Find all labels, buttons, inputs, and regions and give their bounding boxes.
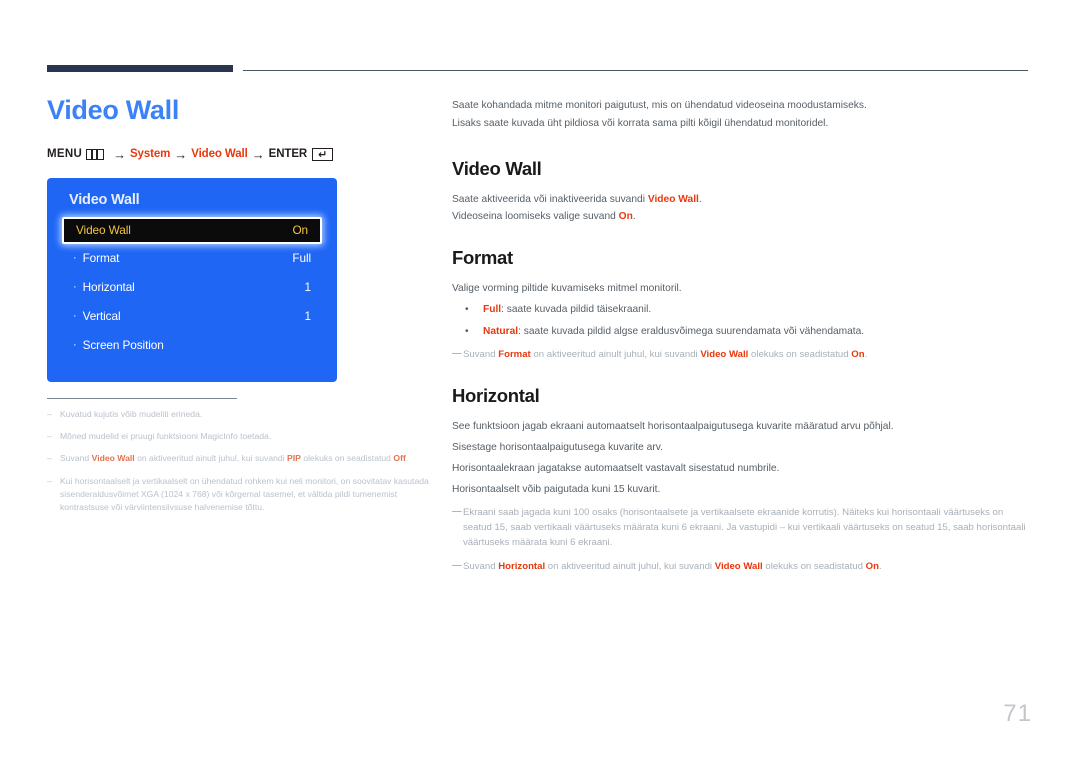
note-text: Ekraani saab jagada kuni 100 osaks (hori… <box>463 507 1026 549</box>
bullet-text: Natural: saate kuvada pildid algse erald… <box>483 325 865 337</box>
footnote-text: Kui horisontaalselt ja vertikaalselt on … <box>60 475 429 513</box>
section-paragraph: Saate aktiveerida või inaktiveerida suva… <box>452 193 702 205</box>
osd-row-video-wall[interactable]: Video Wall On <box>62 216 322 244</box>
osd-menu-title: Video Wall <box>69 191 140 208</box>
osd-row-value: 1 <box>304 309 312 324</box>
footnote-text: Mõned mudelid ei pruugi funktsiooni Magi… <box>60 431 272 441</box>
intro-paragraph: Saate kohandada mitme monitori paigutust… <box>452 100 867 111</box>
document-page: Video Wall MENU → System → Video Wall → … <box>0 0 1080 763</box>
breadcrumb-arrow-1: → <box>113 146 126 162</box>
note-dash: — <box>452 560 462 572</box>
osd-row-label: Screen Position <box>82 338 164 353</box>
breadcrumb-step-video-wall: Video Wall <box>191 148 248 161</box>
header-rule-line <box>243 70 1028 71</box>
bullet-text: Full: saate kuvada pildid täisekraanil. <box>483 303 652 315</box>
section-paragraph: Valige vorming piltide kuvamiseks mitmel… <box>452 283 682 295</box>
note-text: Suvand Format on aktiveeritud ainult juh… <box>463 349 868 361</box>
section-note: — Suvand Horizontal on aktiveeritud ainu… <box>452 560 1030 575</box>
breadcrumb-arrow-3: → <box>251 146 265 162</box>
section-paragraph: See funktsioon jagab ekraani automaatsel… <box>452 421 894 433</box>
footnote-divider <box>47 397 237 399</box>
bullet-dot-icon: · <box>73 280 77 293</box>
left-column: Video Wall MENU → System → Video Wall → … <box>47 95 429 524</box>
osd-row-label-wrap: · Format <box>73 251 119 265</box>
bullet-dot-icon: · <box>73 338 77 351</box>
bullet-item: • Full: saate kuvada pildid täisekraanil… <box>462 303 1030 318</box>
osd-row-label: Format <box>82 251 120 266</box>
osd-row-format[interactable]: · Format Full <box>61 244 323 273</box>
footnote-item: – Mõned mudelid ei pruugi funktsiooni Ma… <box>47 430 432 443</box>
bullet-dot-icon: · <box>73 309 77 322</box>
osd-row-label: Vertical <box>82 309 121 324</box>
note-text: Suvand Horizontal on aktiveeritud ainult… <box>463 561 882 573</box>
breadcrumb-step-system: System <box>129 148 171 161</box>
footnote-text: Kuvatud kujutis võib mudeliti erineda. <box>60 408 203 419</box>
footnote-text: Suvand Video Wall on aktiveeritud ainult… <box>60 453 409 464</box>
section-note: — Suvand Format on aktiveeritud ainult j… <box>452 348 1030 363</box>
osd-row-horizontal[interactable]: · Horizontal 1 <box>61 273 323 302</box>
footnote-item: – Suvand Video Wall on aktiveeritud ainu… <box>47 452 432 465</box>
breadcrumb: MENU → System → Video Wall → ENTER ↵ <box>47 146 427 162</box>
page-title: Video Wall <box>47 95 180 125</box>
osd-row-vertical[interactable]: · Vertical 1 <box>61 302 323 331</box>
footnote-item: – Kui horisontaalselt ja vertikaalselt o… <box>47 475 432 515</box>
footnote-dash: – <box>47 475 52 486</box>
enter-key-icon: ↵ <box>312 147 334 161</box>
osd-row-label-wrap: · Horizontal <box>73 280 135 294</box>
osd-row-label: Video Wall <box>76 223 131 238</box>
osd-row-label-wrap: · Screen Position <box>73 338 164 352</box>
right-column: Saate kohandada mitme monitori paigutust… <box>452 99 1030 575</box>
footnote-dash: – <box>47 453 52 464</box>
osd-menu-panel: Video Wall Video Wall On · Format Full · H… <box>47 177 337 382</box>
breadcrumb-arrow-2: → <box>174 146 188 162</box>
bullet-item: • Natural: saate kuvada pildid algse era… <box>462 325 1030 340</box>
section-heading-video-wall: Video Wall <box>452 157 542 179</box>
osd-row-value: 1 <box>304 280 312 295</box>
footnote-dash: – <box>47 408 52 419</box>
footnote-item: – Kuvatud kujutis võib mudeliti erineda. <box>47 408 432 421</box>
bullet-dot-icon: • <box>465 303 469 315</box>
osd-row-label-wrap: · Vertical <box>73 309 121 324</box>
section-paragraph: Horisontaalselt võib paigutada kuni 15 k… <box>452 483 661 495</box>
section-heading-format: Format <box>452 247 513 269</box>
menu-grid-icon <box>86 148 105 160</box>
breadcrumb-enter-label: ENTER <box>268 148 308 161</box>
osd-row-label: Horizontal <box>82 280 135 295</box>
section-paragraph: Videoseina loomiseks valige suvand On. <box>452 211 636 223</box>
breadcrumb-menu-label: MENU <box>47 148 83 161</box>
bullet-dot-icon: · <box>73 251 77 264</box>
left-footnote-list: – Kuvatud kujutis võib mudeliti erineda.… <box>47 408 432 515</box>
page-number: 71 <box>1003 700 1032 727</box>
osd-row-value: Full <box>292 251 311 266</box>
bullet-dot-icon: • <box>465 325 469 337</box>
osd-row-value: On <box>292 223 308 238</box>
section-paragraph: Sisestage horisontaalpaigutusega kuvarit… <box>452 442 663 454</box>
section-heading-horizontal: Horizontal <box>452 385 540 407</box>
osd-row-screen-position[interactable]: · Screen Position <box>61 331 323 360</box>
footnote-dash: – <box>47 431 52 441</box>
note-dash: — <box>452 506 462 518</box>
header-accent-bar <box>47 65 233 72</box>
enter-key-glyph: ↵ <box>318 147 328 161</box>
section-note: — Ekraani saab jagada kuni 100 osaks (ho… <box>452 506 1030 551</box>
section-paragraph: Horisontaalekraan jagatakse automaatselt… <box>452 462 780 474</box>
note-dash: — <box>452 348 462 360</box>
intro-paragraph: Lisaks saate kuvada üht pildiosa või kor… <box>452 117 829 129</box>
